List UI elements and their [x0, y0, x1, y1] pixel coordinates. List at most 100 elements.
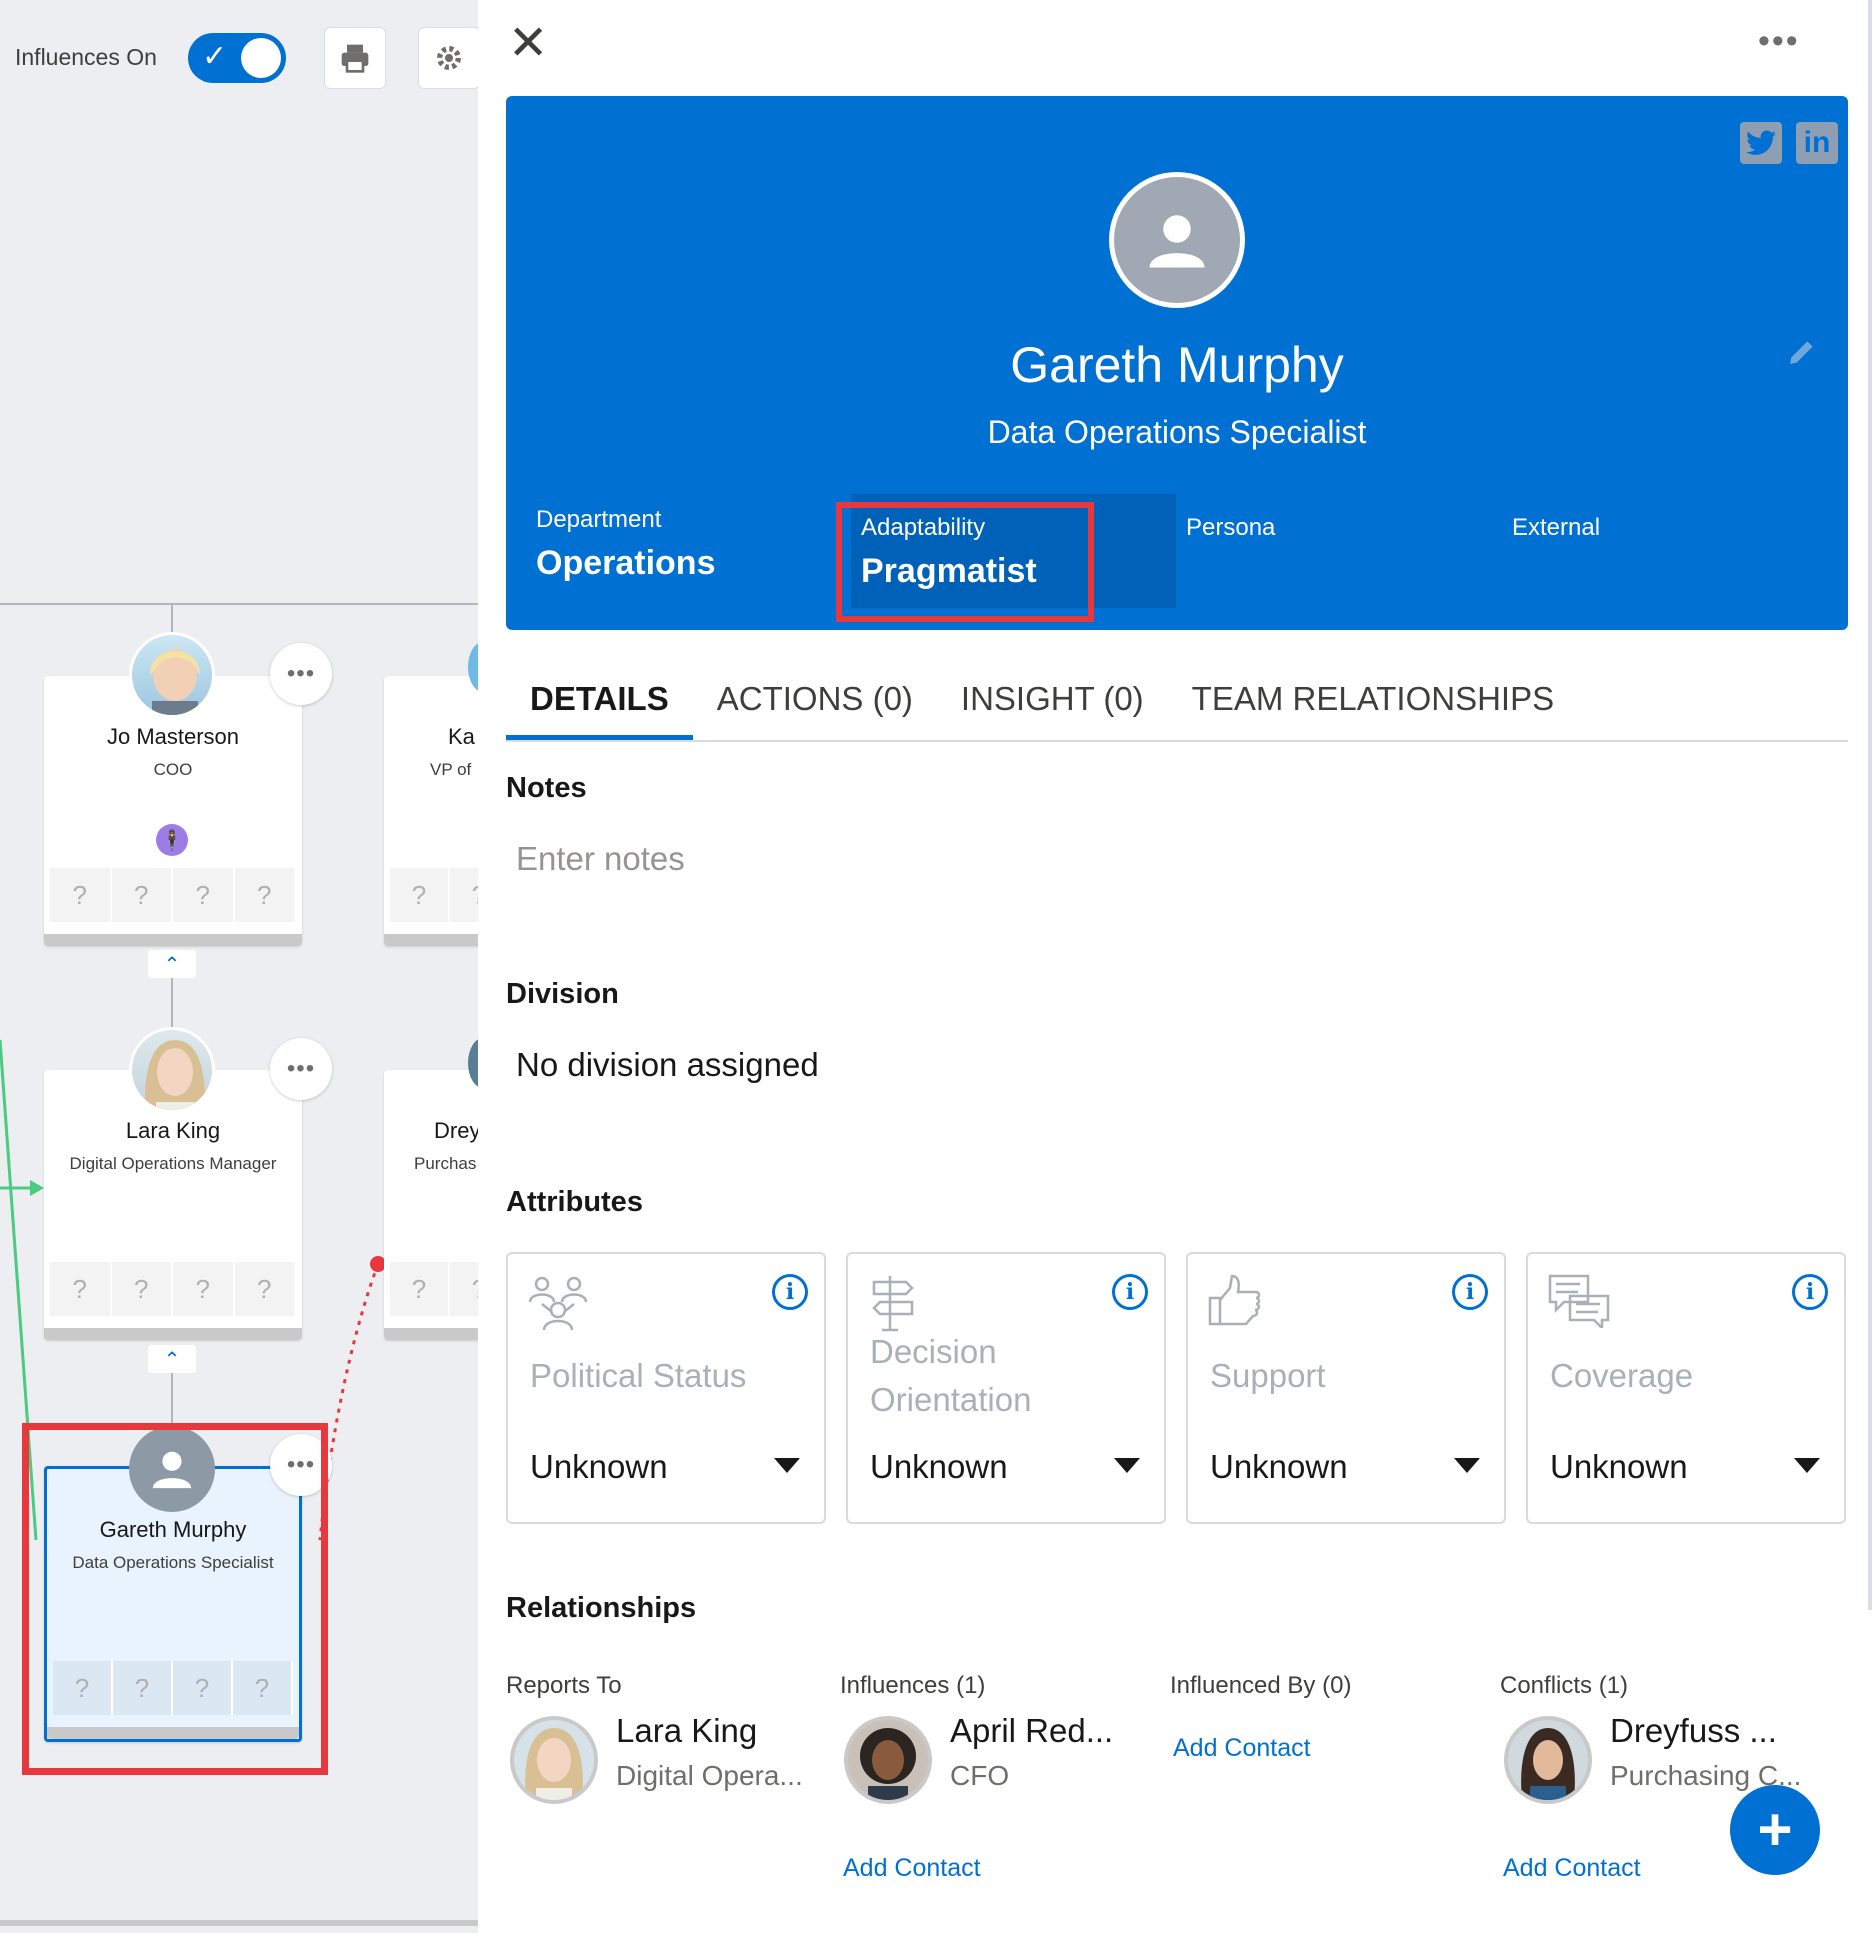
contact-name: Gareth Murphy	[1010, 337, 1344, 393]
add-button[interactable]: +	[1730, 1785, 1820, 1875]
linkedin-icon[interactable]: in	[1796, 122, 1838, 164]
panel-scrollbar[interactable]	[1868, 0, 1872, 1610]
tab-insight[interactable]: INSIGHT (0)	[937, 670, 1168, 740]
check-icon: ✓	[202, 40, 228, 73]
chevron-up-icon: ⌃	[163, 1348, 181, 1371]
card-name: Lara King	[125, 1118, 221, 1143]
conflicts-add-contact-link[interactable]: Add Contact	[1503, 1854, 1641, 1883]
info-icon[interactable]: i	[1452, 1274, 1488, 1310]
attribute-name: Decision Orientation	[870, 1333, 1032, 1418]
question-row: ? ?	[390, 868, 478, 922]
relationships-heading: Relationships	[506, 1592, 697, 1624]
detail-tabs: DETAILS ACTIONS (0) INSIGHT (0) TEAM REL…	[506, 670, 1848, 742]
org-card-drey[interactable]: Drey Purchas ? ?	[384, 1070, 478, 1340]
card-more-button[interactable]: •••	[270, 1038, 332, 1100]
attribute-support[interactable]: i Support Unknown	[1186, 1252, 1506, 1524]
conflicts-name[interactable]: Dreyfuss ...	[1610, 1712, 1777, 1750]
avatar[interactable]	[1504, 1716, 1592, 1804]
notes-heading: Notes	[506, 772, 587, 804]
avatar	[129, 632, 215, 718]
close-icon[interactable]: ✕	[508, 20, 556, 70]
more-options-button[interactable]: •••	[1758, 22, 1800, 61]
avatar[interactable]	[510, 1716, 598, 1804]
question-cell[interactable]: ?	[173, 868, 235, 922]
influences-label: Influences (1)	[840, 1672, 986, 1699]
question-row: ? ?	[390, 1262, 478, 1316]
avatar	[129, 1027, 215, 1113]
question-cell[interactable]: ?	[450, 1262, 478, 1316]
question-cell[interactable]: ?	[234, 1262, 296, 1316]
chevron-down-icon[interactable]	[774, 1458, 800, 1473]
influences-toggle[interactable]: ✓	[188, 33, 286, 83]
notes-input[interactable]: Enter notes	[516, 840, 1816, 920]
twitter-icon[interactable]	[1740, 122, 1782, 164]
settings-button[interactable]	[418, 27, 478, 89]
card-name: Ka	[448, 724, 475, 749]
influenced-by-label: Influenced By (0)	[1170, 1672, 1352, 1699]
chat-bubbles-icon	[1548, 1274, 1610, 1328]
influences-add-contact-link[interactable]: Add Contact	[843, 1854, 981, 1883]
card-bottom-bar	[44, 1328, 302, 1340]
attribute-name: Coverage	[1550, 1357, 1694, 1394]
external-label: External	[1512, 514, 1601, 541]
tab-team-relationships[interactable]: TEAM RELATIONSHIPS	[1168, 670, 1578, 740]
influences-name[interactable]: April Red...	[950, 1712, 1113, 1750]
attribute-political-status[interactable]: i Political Status Unknown	[506, 1252, 826, 1524]
reports-to-name[interactable]: Lara King	[616, 1712, 757, 1750]
print-button[interactable]	[324, 27, 386, 89]
influences-toggle-label: Influences On	[15, 44, 157, 70]
contact-detail-panel: ✕ ••• in Gareth Murphy Data Operations S…	[478, 0, 1875, 1933]
contact-header: in Gareth Murphy Data Operations Special…	[506, 96, 1848, 630]
chevron-down-icon[interactable]	[1454, 1458, 1480, 1473]
card-bottom-bar	[384, 1328, 478, 1340]
influenced-by-add-contact-link[interactable]: Add Contact	[1173, 1734, 1311, 1763]
chevron-down-icon[interactable]	[1114, 1458, 1140, 1473]
people-network-icon	[528, 1276, 588, 1330]
attribute-name: Political Status	[530, 1357, 747, 1394]
info-icon[interactable]: i	[1792, 1274, 1828, 1310]
influences-title: CFO	[950, 1760, 1010, 1791]
contact-role: Data Operations Specialist	[987, 414, 1367, 450]
edit-pencil-icon[interactable]	[1786, 336, 1818, 373]
question-row: ? ? ? ?	[50, 868, 296, 922]
org-card-ka[interactable]: Ka VP of ? ?	[384, 676, 478, 946]
question-cell[interactable]: ?	[450, 868, 478, 922]
department-value[interactable]: Operations	[536, 544, 715, 583]
tab-actions[interactable]: ACTIONS (0)	[693, 670, 937, 740]
attribute-value[interactable]: Unknown	[530, 1448, 668, 1486]
collapse-button[interactable]: ⌃	[148, 1345, 196, 1373]
question-cell[interactable]: ?	[390, 1262, 450, 1316]
chevron-down-icon[interactable]	[1794, 1458, 1820, 1473]
attribute-value[interactable]: Unknown	[1550, 1448, 1688, 1486]
attribute-name: Support	[1210, 1357, 1326, 1394]
info-icon[interactable]: i	[1112, 1274, 1148, 1310]
question-cell[interactable]: ?	[390, 868, 450, 922]
division-heading: Division	[506, 978, 619, 1010]
attribute-value[interactable]: Unknown	[870, 1448, 1008, 1486]
connector-line	[0, 603, 478, 605]
collapse-button[interactable]: ⌃	[148, 950, 196, 978]
question-cell[interactable]: ?	[234, 868, 296, 922]
info-icon[interactable]: i	[772, 1274, 808, 1310]
canvas-scrollbar[interactable]	[0, 1920, 478, 1926]
card-title: Digital Operations Manager	[69, 1154, 277, 1173]
question-cell[interactable]: ?	[111, 1262, 173, 1316]
tab-details[interactable]: DETAILS	[506, 670, 693, 740]
avatar[interactable]	[844, 1716, 932, 1804]
attribute-decision-orientation[interactable]: i Decision Orientation Unknown	[846, 1252, 1166, 1524]
thumbs-up-icon	[1208, 1274, 1261, 1326]
question-cell[interactable]: ?	[50, 868, 112, 922]
question-cell[interactable]: ?	[50, 1262, 112, 1316]
question-cell[interactable]: ?	[111, 868, 173, 922]
adaptability-highlight	[836, 502, 1094, 622]
attribute-coverage[interactable]: i Coverage Unknown	[1526, 1252, 1846, 1524]
department-label: Department	[536, 506, 662, 533]
question-cell[interactable]: ?	[173, 1262, 235, 1316]
toggle-knob	[241, 38, 281, 78]
org-chart-canvas[interactable]: Influences On ✓ Jo Masterson COO 🕴 ? ? ?…	[0, 0, 478, 1933]
card-more-button[interactable]: •••	[270, 643, 332, 705]
attribute-value[interactable]: Unknown	[1210, 1448, 1348, 1486]
person-badge-icon: 🕴	[156, 824, 188, 856]
gear-icon	[437, 46, 461, 70]
persona-label: Persona	[1186, 514, 1276, 541]
